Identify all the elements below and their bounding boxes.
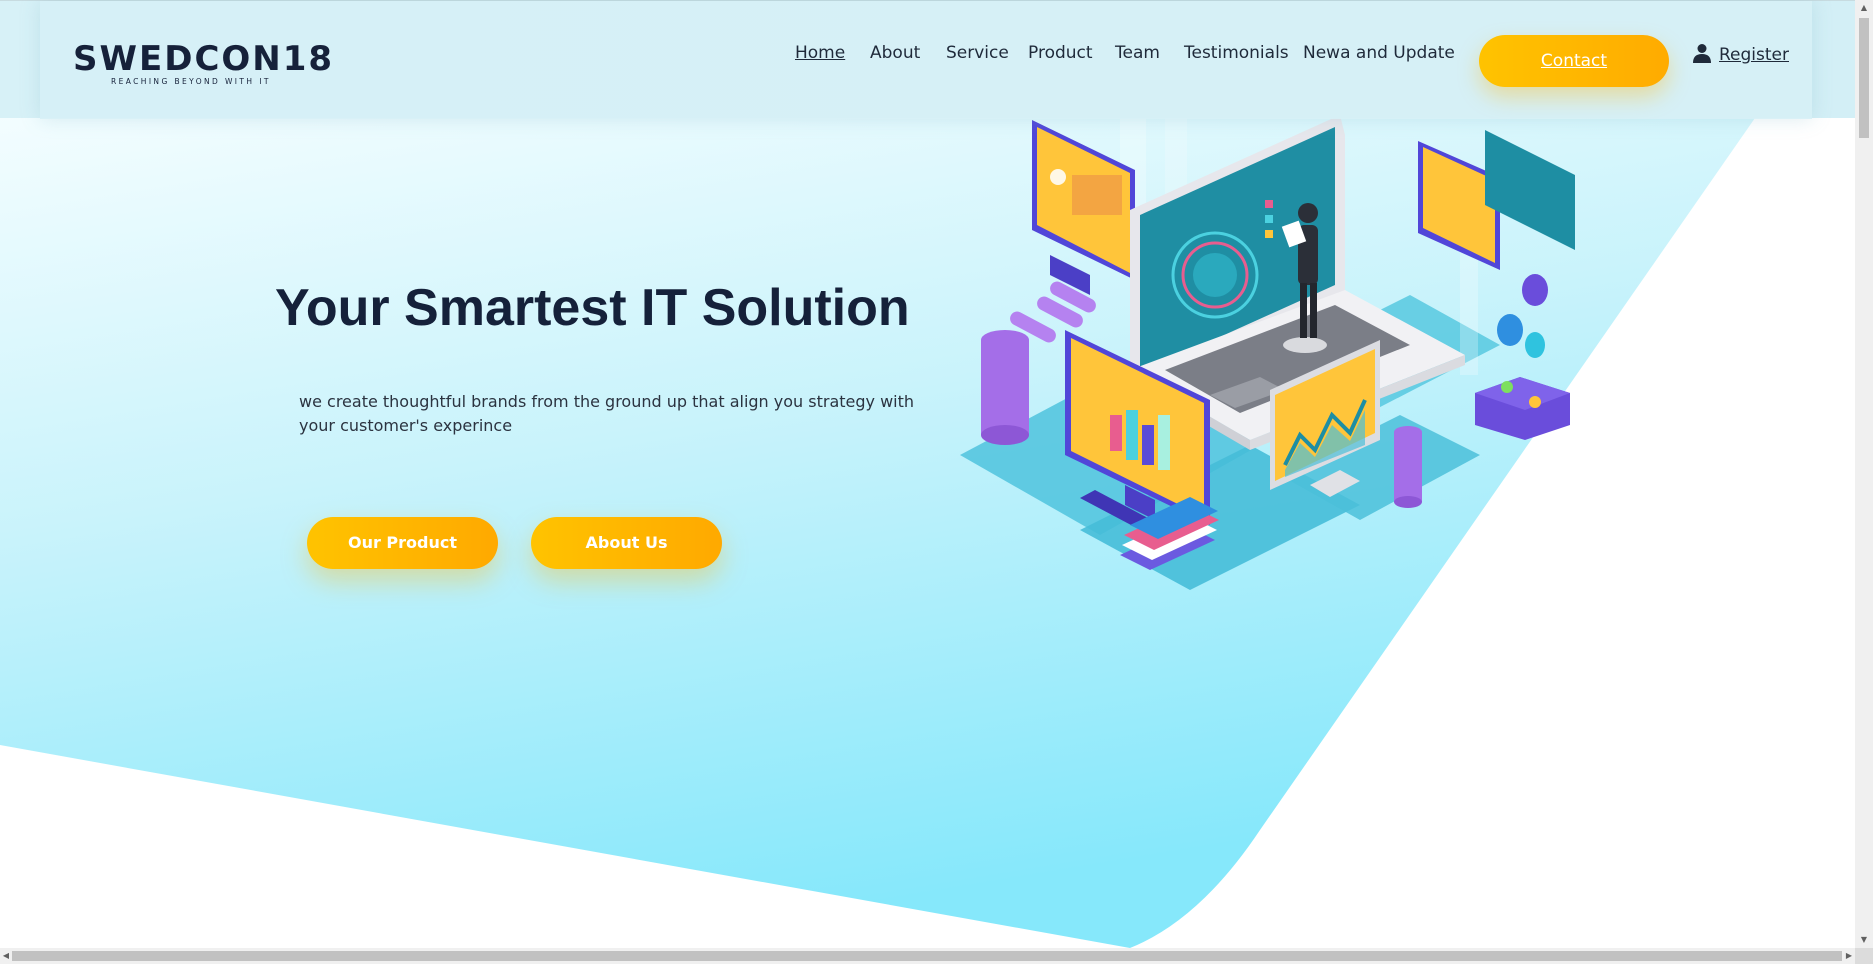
hero-subtitle: we create thoughtful brands from the gro… [299,392,915,435]
scrollbar-corner [1855,948,1873,964]
scroll-right-arrow-icon[interactable]: ▶ [1843,948,1855,964]
nav-item-product[interactable]: Product [1028,43,1093,63]
nav-item-about[interactable]: About [870,43,920,63]
site-header: SWEDCON18 REACHING BEYOND WITH IT Home A… [0,0,1855,119]
vertical-scroll-thumb[interactable] [1859,18,1869,138]
scroll-up-arrow-icon[interactable]: ▲ [1855,0,1873,16]
user-icon [1693,44,1711,63]
brand-logo[interactable]: SWEDCON18 REACHING BEYOND WITH IT [73,39,335,91]
isometric-it-illustration [960,115,1575,590]
nav-item-home[interactable]: Home [795,43,845,63]
brand-name: SWEDCON18 [73,39,335,79]
register-link[interactable]: Register [1693,43,1789,67]
nav-item-testimonials[interactable]: Testimonials [1184,43,1289,63]
hero-title: Your Smartest IT Solution [275,279,910,337]
horizontal-scrollbar[interactable]: ◀ ▶ [0,948,1855,964]
about-us-button[interactable]: About Us [531,517,722,569]
nav-item-team[interactable]: Team [1115,43,1160,63]
nav-item-news-and-update[interactable]: Newa and Update [1303,43,1455,63]
scroll-left-arrow-icon[interactable]: ◀ [0,948,12,964]
horizontal-scroll-thumb[interactable] [12,951,1842,961]
vertical-scrollbar[interactable]: ▲ ▼ [1855,0,1873,948]
our-product-button[interactable]: Our Product [307,517,498,569]
nav-item-service[interactable]: Service [946,43,1009,63]
contact-button[interactable]: Contact [1479,35,1669,87]
scroll-down-arrow-icon[interactable]: ▼ [1855,932,1873,948]
register-label: Register [1719,45,1789,65]
page-viewport: SWEDCON18 REACHING BEYOND WITH IT Home A… [0,0,1855,948]
